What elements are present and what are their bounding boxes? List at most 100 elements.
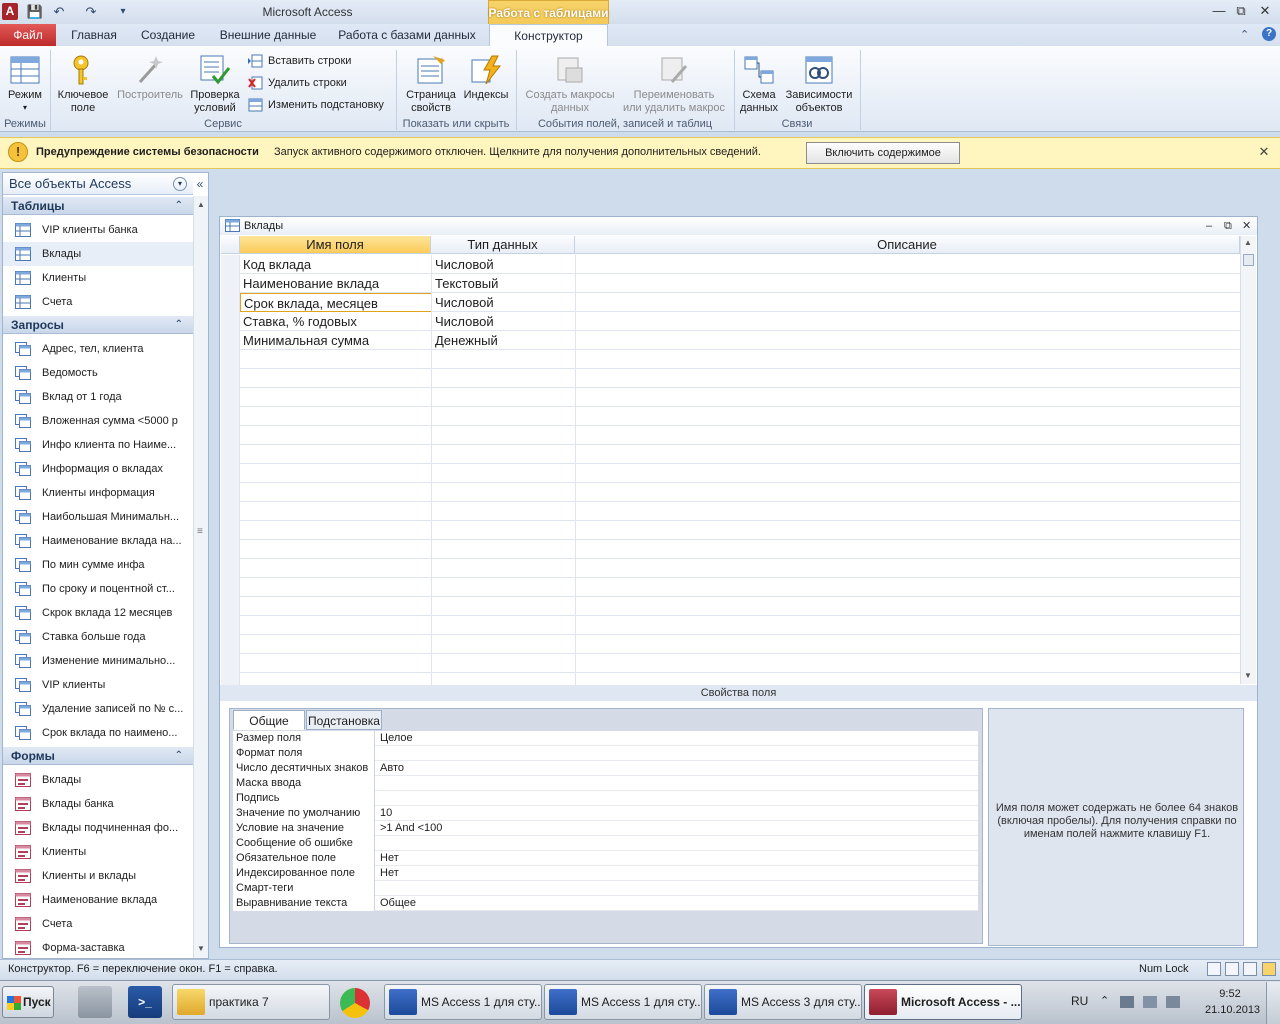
field-name-cell[interactable]: Наименование вклада: [240, 274, 432, 293]
nav-item-querie[interactable]: Информация о вкладах: [3, 457, 193, 481]
table-row[interactable]: [221, 464, 1240, 483]
scroll-grip-icon[interactable]: ≡: [197, 526, 203, 537]
nav-item-querie[interactable]: Ставка больше года: [3, 625, 193, 649]
pivot-table-view-icon[interactable]: [1225, 962, 1239, 976]
tab-file[interactable]: Файл: [0, 24, 56, 46]
property-value[interactable]: Нет: [376, 866, 976, 881]
nav-item-querie[interactable]: Клиенты информация: [3, 481, 193, 505]
create-data-macros-button[interactable]: Создать макросы данных: [520, 52, 620, 116]
field-name-cell[interactable]: Код вклада: [240, 255, 432, 274]
builder-button[interactable]: Построитель: [114, 52, 186, 116]
tab-design[interactable]: Конструктор: [489, 24, 608, 46]
clock-date[interactable]: 21.10.2013: [1205, 1004, 1260, 1016]
pivot-chart-view-icon[interactable]: [1243, 962, 1257, 976]
security-warning-message[interactable]: Запуск активного содержимого отключен. Щ…: [274, 146, 761, 158]
nav-item-table[interactable]: VIP клиенты банка: [3, 218, 193, 242]
property-value[interactable]: Целое: [376, 731, 976, 746]
close-icon[interactable]: ✕: [1256, 144, 1272, 160]
nav-item-table[interactable]: Вклады: [3, 242, 193, 266]
property-row[interactable]: Размер поля Целое: [233, 731, 978, 746]
taskbar-item[interactable]: MS Access 1 для сту...: [544, 984, 702, 1020]
property-value[interactable]: Авто: [376, 761, 976, 776]
taskbar-item[interactable]: практика 7: [172, 984, 330, 1020]
test-validation-rules-button[interactable]: Проверка условий: [188, 52, 242, 116]
data-type-cell[interactable]: Числовой: [432, 293, 576, 312]
description-cell[interactable]: [576, 293, 1240, 312]
datasheet-view-icon[interactable]: [1207, 962, 1221, 976]
rename-delete-macro-button[interactable]: Переименовать или удалить макрос: [618, 52, 730, 116]
powershell-icon[interactable]: >_: [128, 986, 162, 1018]
nav-item-querie[interactable]: Вложенная сумма <5000 р: [3, 409, 193, 433]
table-row[interactable]: [221, 597, 1240, 616]
scroll-down-icon[interactable]: ▼: [197, 944, 205, 953]
table-row[interactable]: Наименование вклада Текстовый: [221, 274, 1240, 293]
design-view-icon[interactable]: [1262, 962, 1276, 976]
property-row[interactable]: Выравнивание текста Общее: [233, 896, 978, 911]
property-row[interactable]: Условие на значение >1 And <100: [233, 821, 978, 836]
nav-pane-header[interactable]: Все объекты Access ▾: [3, 173, 193, 195]
table-row[interactable]: [221, 369, 1240, 388]
nav-item-querie[interactable]: Изменение минимально...: [3, 649, 193, 673]
table-row[interactable]: [221, 350, 1240, 369]
scroll-thumb[interactable]: [1243, 254, 1254, 266]
nav-item-form[interactable]: Вклады подчиненная фо...: [3, 816, 193, 840]
show-hidden-icons-icon[interactable]: ⌃: [1100, 994, 1109, 1007]
nav-item-form[interactable]: Вклады банка: [3, 792, 193, 816]
property-row[interactable]: Число десятичных знаков Авто: [233, 761, 978, 776]
property-row[interactable]: Обязательное поле Нет: [233, 851, 978, 866]
ribbon-minimize-icon[interactable]: ⌃: [1240, 28, 1249, 41]
collapse-group-icon[interactable]: ⌃: [175, 197, 183, 215]
nav-group-forms[interactable]: Формы ⌃: [3, 747, 193, 765]
minimize-icon[interactable]: —: [1208, 2, 1230, 20]
table-row[interactable]: [221, 407, 1240, 426]
table-row[interactable]: [221, 445, 1240, 464]
help-icon[interactable]: ?: [1262, 27, 1276, 41]
table-row[interactable]: [221, 540, 1240, 559]
table-row[interactable]: [221, 483, 1240, 502]
table-row[interactable]: Минимальная сумма Денежный: [221, 331, 1240, 350]
column-header-description[interactable]: Описание: [575, 236, 1240, 254]
chrome-icon[interactable]: [340, 988, 370, 1018]
tab-database-tools[interactable]: Работа с базами данных: [334, 24, 480, 46]
nav-item-querie[interactable]: Наименование вклада на...: [3, 529, 193, 553]
field-name-cell[interactable]: Срок вклада, месяцев: [240, 293, 432, 312]
nav-item-form[interactable]: Вклады: [3, 768, 193, 792]
nav-item-form[interactable]: Форма-заставка: [3, 936, 193, 960]
data-type-cell[interactable]: Числовой: [432, 312, 576, 331]
table-row[interactable]: [221, 559, 1240, 578]
nav-item-querie[interactable]: По сроку и поцентной ст...: [3, 577, 193, 601]
table-row[interactable]: [221, 578, 1240, 597]
collapse-group-icon[interactable]: ⌃: [175, 316, 183, 334]
restore-icon[interactable]: ⧉: [1230, 2, 1252, 20]
nav-item-querie[interactable]: Скрок вклада 12 месяцев: [3, 601, 193, 625]
table-row[interactable]: [221, 426, 1240, 445]
tab-general[interactable]: Общие: [233, 710, 305, 730]
nav-item-querie[interactable]: Ведомость: [3, 361, 193, 385]
property-value[interactable]: Нет: [376, 851, 976, 866]
description-cell[interactable]: [576, 255, 1240, 274]
description-cell[interactable]: [576, 331, 1240, 350]
clock-time[interactable]: 9:52: [1205, 988, 1255, 1000]
view-button[interactable]: Режим ▾: [4, 52, 46, 116]
nav-pane-scrollbar[interactable]: ▲ ≡ ▼: [193, 196, 208, 958]
table-row[interactable]: [221, 635, 1240, 654]
property-row[interactable]: Формат поля: [233, 746, 978, 761]
nav-item-table[interactable]: Счета: [3, 290, 193, 314]
description-cell[interactable]: [576, 274, 1240, 293]
shutter-bar-close-icon[interactable]: «: [193, 174, 207, 194]
grid-vertical-scrollbar[interactable]: ▲ ▼: [1240, 236, 1256, 684]
property-sheet-button[interactable]: Страница свойств: [400, 52, 462, 116]
delete-rows-button[interactable]: Удалить строки: [248, 74, 347, 92]
insert-rows-button[interactable]: Вставить строки: [248, 52, 351, 70]
chevron-down-icon[interactable]: ▾: [173, 177, 187, 191]
data-type-cell[interactable]: Числовой: [432, 255, 576, 274]
nav-item-form[interactable]: Клиенты: [3, 840, 193, 864]
tab-external-data[interactable]: Внешние данные: [212, 24, 324, 46]
field-name-cell[interactable]: Ставка, % годовых: [240, 312, 432, 331]
collapse-group-icon[interactable]: ⌃: [175, 747, 183, 765]
network-icon[interactable]: [1143, 996, 1157, 1008]
row-selector-header[interactable]: [221, 236, 240, 254]
field-name-cell[interactable]: Минимальная сумма: [240, 331, 432, 350]
nav-item-form[interactable]: Наименование вклада: [3, 888, 193, 912]
tab-home[interactable]: Главная: [62, 24, 126, 46]
